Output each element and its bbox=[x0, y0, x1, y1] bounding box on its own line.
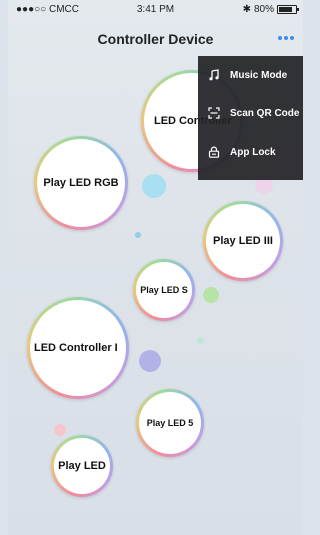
decor-dot bbox=[135, 232, 141, 238]
bubble-label: Play LED RGB bbox=[43, 177, 119, 189]
menu-item-label: Music Mode bbox=[230, 69, 288, 81]
decor-dot bbox=[203, 287, 219, 303]
menu-item-label: App Lock bbox=[230, 146, 276, 158]
status-bar: ●●●○○ CMCC 3:41 PM ✱ 80% bbox=[8, 0, 303, 20]
lock-icon bbox=[207, 145, 221, 159]
menu-item-scan-qr-code[interactable]: Scan QR Code bbox=[198, 100, 303, 126]
more-dots-icon[interactable] bbox=[275, 28, 297, 48]
battery-percent: 80% bbox=[253, 4, 274, 15]
decor-dot bbox=[197, 337, 204, 344]
bubble-label: Play LED bbox=[58, 460, 106, 472]
bubble-play-led-5[interactable]: Play LED 5 bbox=[136, 389, 204, 457]
bubble-led-controller-i[interactable]: LED Controller I bbox=[27, 297, 129, 399]
battery-icon bbox=[277, 5, 299, 14]
bubble-play-led-iii[interactable]: Play LED III bbox=[203, 201, 283, 281]
app-screen: ●●●○○ CMCC 3:41 PM ✱ 80% Controller Devi… bbox=[8, 0, 303, 535]
decor-dot bbox=[54, 424, 66, 436]
bubble-play-led-s[interactable]: Play LED S bbox=[133, 259, 195, 321]
music-note-icon bbox=[207, 68, 221, 82]
scan-qr-icon bbox=[207, 106, 221, 120]
decor-dot bbox=[139, 350, 161, 372]
bluetooth-icon: ✱ bbox=[242, 4, 251, 15]
bubble-play-led[interactable]: Play LED bbox=[51, 435, 113, 497]
dropdown-menu: Music Mode Scan QR Code App Lock bbox=[198, 56, 303, 180]
page-title: Controller Device bbox=[97, 31, 214, 47]
status-right: ✱ 80% bbox=[242, 4, 299, 15]
bubble-label: LED Controller I bbox=[34, 342, 118, 354]
menu-item-app-lock[interactable]: App Lock bbox=[198, 139, 303, 165]
bubble-label: Play LED S bbox=[140, 285, 188, 295]
bubble-label: Play LED III bbox=[213, 235, 273, 247]
decor-dot bbox=[142, 174, 166, 198]
nav-bar: Controller Device bbox=[8, 22, 303, 56]
menu-item-label: Scan QR Code bbox=[230, 107, 300, 119]
bubble-label: Play LED 5 bbox=[146, 418, 194, 428]
bubble-play-led-rgb[interactable]: Play LED RGB bbox=[34, 136, 128, 230]
menu-item-music-mode[interactable]: Music Mode bbox=[198, 62, 303, 88]
